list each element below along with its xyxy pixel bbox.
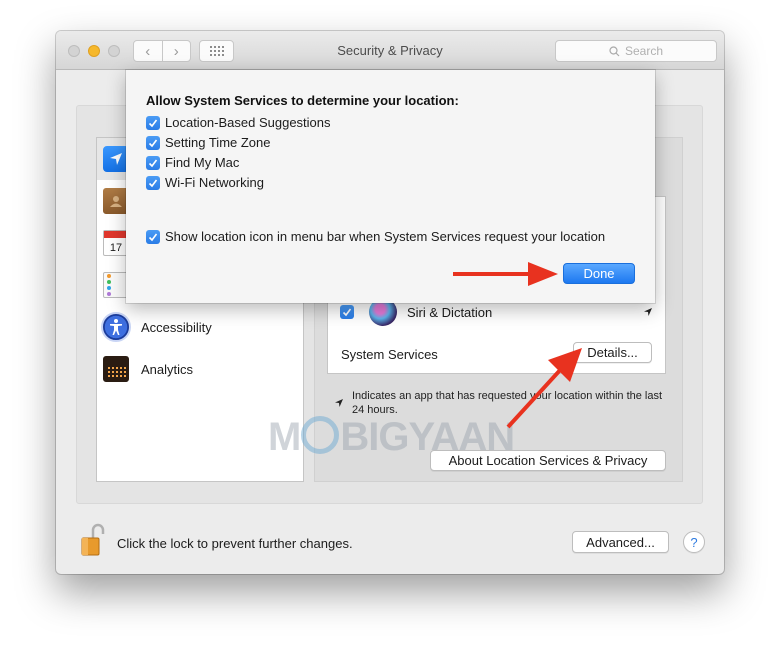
option-find-my-mac[interactable]: Find My Mac bbox=[146, 155, 239, 170]
option-label: Wi-Fi Networking bbox=[165, 175, 264, 190]
sidebar-item-analytics[interactable]: Analytics bbox=[97, 348, 303, 390]
system-services-sheet: Allow System Services to determine your … bbox=[126, 70, 655, 303]
watermark: M BIGYAAN bbox=[268, 415, 515, 459]
checkmark-icon bbox=[148, 139, 158, 147]
system-services-label: System Services bbox=[341, 346, 438, 362]
option-label: Location-Based Suggestions bbox=[165, 115, 331, 130]
advanced-button[interactable]: Advanced... bbox=[572, 531, 669, 553]
option-label: Setting Time Zone bbox=[165, 135, 271, 150]
help-button[interactable]: ? bbox=[683, 531, 705, 553]
details-button[interactable]: Details... bbox=[573, 342, 652, 363]
checkmark-icon bbox=[148, 179, 158, 187]
checkbox[interactable] bbox=[146, 135, 160, 150]
checkmark-icon bbox=[148, 159, 158, 167]
option-location-based-suggestions[interactable]: Location-Based Suggestions bbox=[146, 115, 331, 130]
search-icon bbox=[609, 45, 620, 56]
unlocked-padlock-icon[interactable] bbox=[80, 523, 106, 557]
checkmark-icon bbox=[342, 308, 352, 317]
checkmark-icon bbox=[148, 233, 158, 241]
watermark-logo-icon bbox=[301, 416, 340, 454]
title-bar: ‹ › Security & Privacy Search bbox=[56, 31, 724, 70]
accessibility-icon bbox=[101, 312, 131, 342]
option-label: Find My Mac bbox=[165, 155, 240, 170]
checkbox[interactable] bbox=[146, 229, 160, 244]
checkbox[interactable] bbox=[146, 175, 160, 190]
sidebar-item-label: Analytics bbox=[141, 361, 194, 377]
sidebar-item-label: Accessibility bbox=[141, 319, 212, 335]
search-input[interactable]: Search bbox=[555, 40, 717, 62]
option-label: Show location icon in menu bar when Syst… bbox=[165, 229, 606, 244]
recent-location-note: Indicates an app that has requested your… bbox=[334, 389, 674, 417]
checkmark-icon bbox=[148, 119, 158, 127]
option-show-location-icon[interactable]: Show location icon in menu bar when Syst… bbox=[146, 229, 605, 244]
location-arrow-icon bbox=[335, 399, 343, 407]
sidebar-item-accessibility[interactable]: Accessibility bbox=[97, 306, 303, 348]
siri-checkbox[interactable] bbox=[340, 305, 354, 319]
checkbox[interactable] bbox=[146, 115, 160, 130]
lock-message: Click the lock to prevent further change… bbox=[117, 536, 353, 551]
recent-location-arrow-icon bbox=[644, 308, 652, 316]
analytics-icon bbox=[103, 356, 129, 382]
option-wifi-networking[interactable]: Wi-Fi Networking bbox=[146, 175, 264, 190]
option-setting-time-zone[interactable]: Setting Time Zone bbox=[146, 135, 271, 150]
search-placeholder: Search bbox=[624, 44, 664, 58]
app-label: Siri & Dictation bbox=[407, 304, 493, 320]
sheet-title: Allow System Services to determine your … bbox=[146, 93, 459, 108]
checkbox[interactable] bbox=[146, 155, 160, 170]
done-button[interactable]: Done bbox=[563, 263, 635, 284]
